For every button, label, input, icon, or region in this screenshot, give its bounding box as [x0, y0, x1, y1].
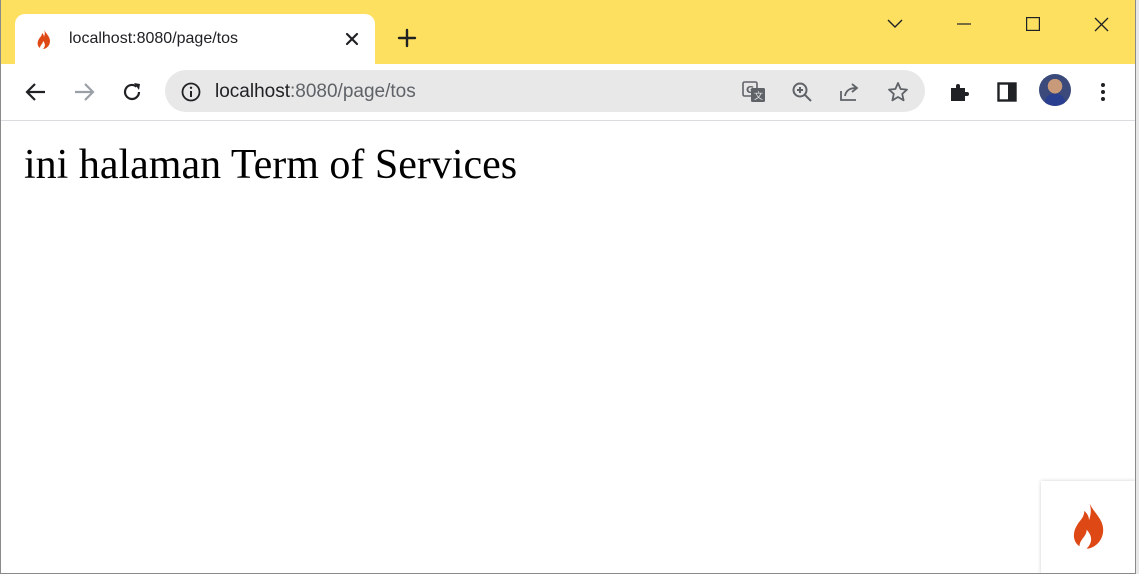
url-text[interactable]: localhost:8080/page/tos [215, 81, 416, 103]
side-panel-icon[interactable] [991, 76, 1023, 108]
kebab-menu-icon[interactable] [1087, 76, 1119, 108]
new-tab-plus-icon[interactable] [393, 24, 421, 52]
debug-toolbar-toggle[interactable] [1041, 481, 1135, 573]
share-icon[interactable] [836, 78, 864, 106]
site-info-icon[interactable] [179, 80, 203, 104]
page-heading: ini halaman Term of Services [24, 142, 518, 188]
reload-icon[interactable] [116, 76, 148, 108]
extensions-puzzle-icon[interactable] [943, 76, 975, 108]
zoom-icon[interactable] [788, 78, 816, 106]
tab-strip: localhost:8080/page/tos [1, 0, 1135, 64]
svg-text:文: 文 [754, 90, 763, 102]
browser-window: localhost:8080/page/tos localhost:8080/p… [0, 0, 1136, 574]
minimize-icon[interactable] [949, 10, 979, 38]
url-path: :8080/page/tos [290, 81, 416, 102]
toolbar: localhost:8080/page/tos G文 [1, 64, 1135, 121]
profile-avatar[interactable] [1039, 74, 1071, 106]
maximize-icon[interactable] [1018, 10, 1048, 38]
active-tab[interactable]: localhost:8080/page/tos [15, 14, 375, 64]
page-content: ini halaman Term of Services [1, 121, 1135, 573]
bookmark-star-icon[interactable] [884, 78, 912, 106]
address-bar[interactable]: localhost:8080/page/tos G文 [165, 70, 925, 112]
url-host: localhost [215, 81, 290, 102]
translate-icon[interactable]: G文 [740, 78, 768, 106]
back-arrow-icon[interactable] [20, 76, 52, 108]
forward-arrow-icon[interactable] [68, 76, 100, 108]
tab-close-icon[interactable] [341, 28, 363, 50]
codeigniter-flame-icon [35, 28, 53, 50]
codeigniter-flame-icon [1067, 499, 1111, 556]
chevron-down-icon[interactable] [880, 10, 910, 38]
tab-title: localhost:8080/page/tos [69, 30, 239, 47]
close-icon[interactable] [1086, 10, 1116, 38]
